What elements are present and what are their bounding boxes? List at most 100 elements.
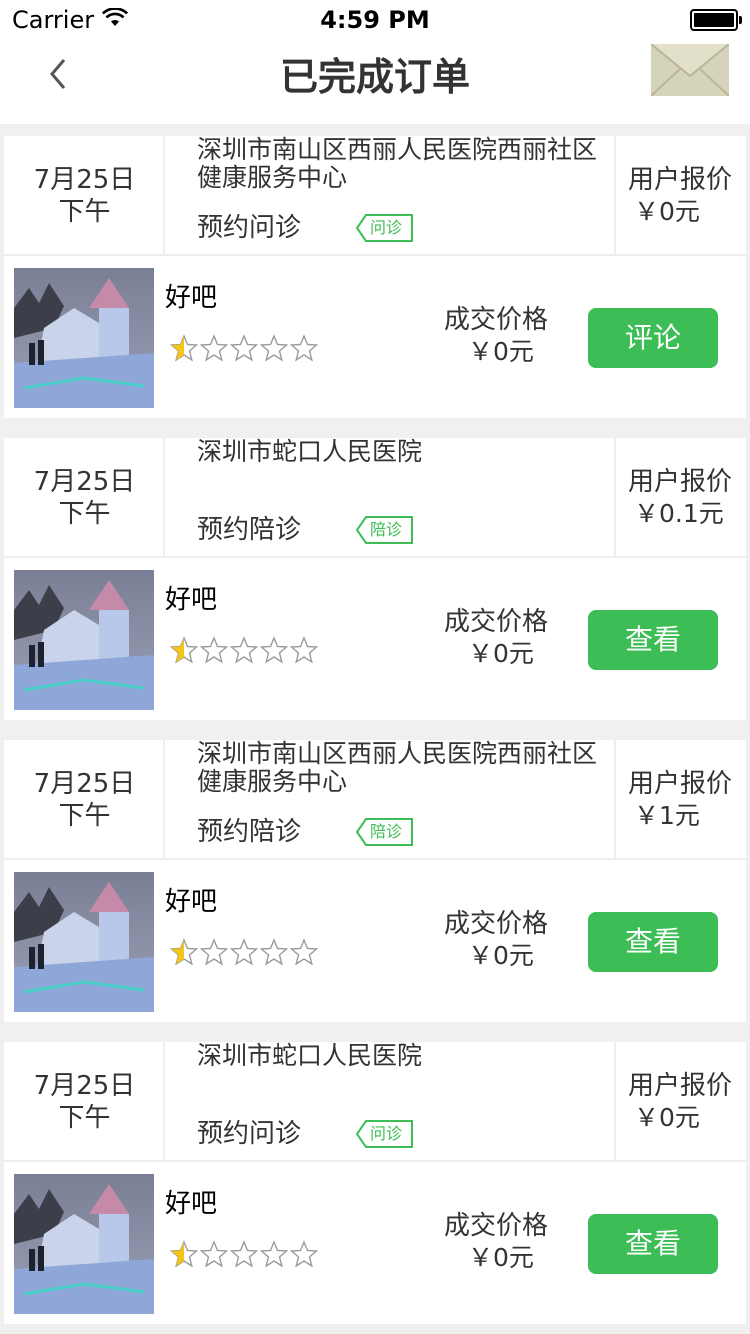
service-type: 预约陪诊 — [197, 817, 302, 847]
order-action-button[interactable]: 查看 — [588, 912, 718, 972]
battery-icon — [690, 9, 742, 31]
order-date: 7月25日 — [33, 769, 136, 799]
service-type: 预约问诊 — [197, 1119, 302, 1149]
star-empty-icon — [290, 938, 318, 966]
quote-cell: 用户报价 ￥0元 — [614, 136, 746, 256]
service-type: 预约问诊 — [197, 213, 302, 243]
order-time-period: 下午 — [58, 499, 111, 529]
star-rating — [170, 334, 320, 364]
star-half-icon — [170, 1240, 198, 1268]
deal-price-label: 成交价格 — [444, 607, 549, 637]
order-time-period: 下午 — [58, 197, 111, 227]
order-action-button[interactable]: 查看 — [588, 1214, 718, 1274]
star-empty-icon — [260, 938, 288, 966]
star-empty-icon — [290, 1240, 318, 1268]
star-empty-icon — [260, 636, 288, 664]
nav-bar: 已完成订单 — [0, 40, 750, 124]
hospital-name: 深圳市南山区西丽人民医院西丽社区健康服务中心 — [197, 739, 598, 796]
quote-cell: 用户报价 ￥0.1元 — [614, 438, 746, 558]
date-cell: 7月25日 下午 — [4, 136, 165, 256]
service-tag-label: 问诊 — [370, 1124, 403, 1143]
service-tag: 问诊 — [356, 1120, 414, 1148]
star-empty-icon — [200, 938, 228, 966]
star-empty-icon — [230, 334, 258, 362]
service-tag-label: 陪诊 — [370, 822, 403, 841]
service-tag: 陪诊 — [356, 516, 414, 544]
star-empty-icon — [290, 636, 318, 664]
order-date: 7月25日 — [33, 467, 136, 497]
hospital-name: 深圳市蛇口人民医院 — [197, 1041, 423, 1070]
order-card: 7月25日 下午 深圳市蛇口人民医院 预约陪诊 陪诊 用户报价 ￥0.1元 好吧… — [4, 438, 746, 720]
ice-sculpture-photo — [14, 268, 154, 408]
user-quote-value: ￥0元 — [634, 197, 700, 226]
star-rating — [170, 636, 320, 666]
clock: 4:59 PM — [320, 6, 430, 34]
user-quote-label: 用户报价 — [628, 769, 733, 799]
ice-sculpture-photo — [14, 872, 154, 1012]
page-title: 已完成订单 — [279, 55, 470, 99]
provider-name: 好吧 — [165, 585, 218, 615]
user-quote-label: 用户报价 — [628, 165, 733, 195]
order-header: 7月25日 下午 深圳市蛇口人民医院 预约问诊 问诊 用户报价 ￥0元 — [4, 1042, 746, 1162]
hospital-name: 深圳市南山区西丽人民医院西丽社区健康服务中心 — [197, 135, 598, 192]
quote-cell: 用户报价 ￥1元 — [614, 740, 746, 860]
user-quote-value: ￥0.1元 — [634, 499, 724, 528]
user-quote-value: ￥1元 — [634, 801, 700, 830]
star-rating — [170, 938, 320, 968]
service-tag: 陪诊 — [356, 818, 414, 846]
star-empty-icon — [260, 334, 288, 362]
ice-sculpture-photo — [14, 570, 154, 710]
star-empty-icon — [230, 938, 258, 966]
order-header: 7月25日 下午 深圳市南山区西丽人民医院西丽社区健康服务中心 预约问诊 问诊 … — [4, 136, 746, 256]
order-list: 7月25日 下午 深圳市南山区西丽人民医院西丽社区健康服务中心 预约问诊 问诊 … — [4, 136, 746, 1334]
order-time-period: 下午 — [58, 801, 111, 831]
provider-name: 好吧 — [165, 1189, 218, 1219]
ice-sculpture-photo — [14, 1174, 154, 1314]
service-tag: 问诊 — [356, 214, 414, 242]
user-quote-label: 用户报价 — [628, 467, 733, 497]
deal-price-value: ￥0元 — [468, 337, 534, 366]
provider-name: 好吧 — [165, 283, 218, 313]
quote-cell: 用户报价 ￥0元 — [614, 1042, 746, 1162]
star-empty-icon — [230, 1240, 258, 1268]
order-date: 7月25日 — [33, 1071, 136, 1101]
provider-avatar — [14, 268, 154, 408]
status-bar: Carrier 4:59 PM — [0, 0, 750, 40]
deal-price-label: 成交价格 — [444, 1211, 549, 1241]
star-half-icon — [170, 636, 198, 664]
order-card: 7月25日 下午 深圳市蛇口人民医院 预约问诊 问诊 用户报价 ￥0元 好吧 成… — [4, 1042, 746, 1324]
star-empty-icon — [200, 334, 228, 362]
star-empty-icon — [200, 1240, 228, 1268]
star-rating — [170, 1240, 320, 1270]
deal-price-value: ￥0元 — [468, 941, 534, 970]
order-header: 7月25日 下午 深圳市蛇口人民医院 预约陪诊 陪诊 用户报价 ￥0.1元 — [4, 438, 746, 558]
star-half-icon — [170, 334, 198, 362]
provider-name: 好吧 — [165, 887, 218, 917]
service-tag-label: 陪诊 — [370, 520, 403, 539]
deal-price-label: 成交价格 — [444, 305, 549, 335]
star-half-icon — [170, 938, 198, 966]
provider-avatar — [14, 872, 154, 1012]
envelope-icon — [650, 43, 730, 97]
order-card: 7月25日 下午 深圳市南山区西丽人民医院西丽社区健康服务中心 预约陪诊 陪诊 … — [4, 740, 746, 1022]
user-quote-label: 用户报价 — [628, 1071, 733, 1101]
date-cell: 7月25日 下午 — [4, 1042, 165, 1162]
deal-price-value: ￥0元 — [468, 639, 534, 668]
order-action-button[interactable]: 查看 — [588, 610, 718, 670]
order-time-period: 下午 — [58, 1103, 111, 1133]
hospital-name: 深圳市蛇口人民医院 — [197, 437, 423, 466]
service-type: 预约陪诊 — [197, 515, 302, 545]
order-action-button[interactable]: 评论 — [588, 308, 718, 368]
star-empty-icon — [290, 334, 318, 362]
date-cell: 7月25日 下午 — [4, 438, 165, 558]
provider-avatar — [14, 570, 154, 710]
service-tag-label: 问诊 — [370, 218, 403, 237]
star-empty-icon — [200, 636, 228, 664]
date-cell: 7月25日 下午 — [4, 740, 165, 860]
star-empty-icon — [230, 636, 258, 664]
order-header: 7月25日 下午 深圳市南山区西丽人民医院西丽社区健康服务中心 预约陪诊 陪诊 … — [4, 740, 746, 860]
deal-price-value: ￥0元 — [468, 1243, 534, 1272]
star-empty-icon — [260, 1240, 288, 1268]
message-button[interactable] — [650, 43, 730, 97]
deal-price-label: 成交价格 — [444, 909, 549, 939]
